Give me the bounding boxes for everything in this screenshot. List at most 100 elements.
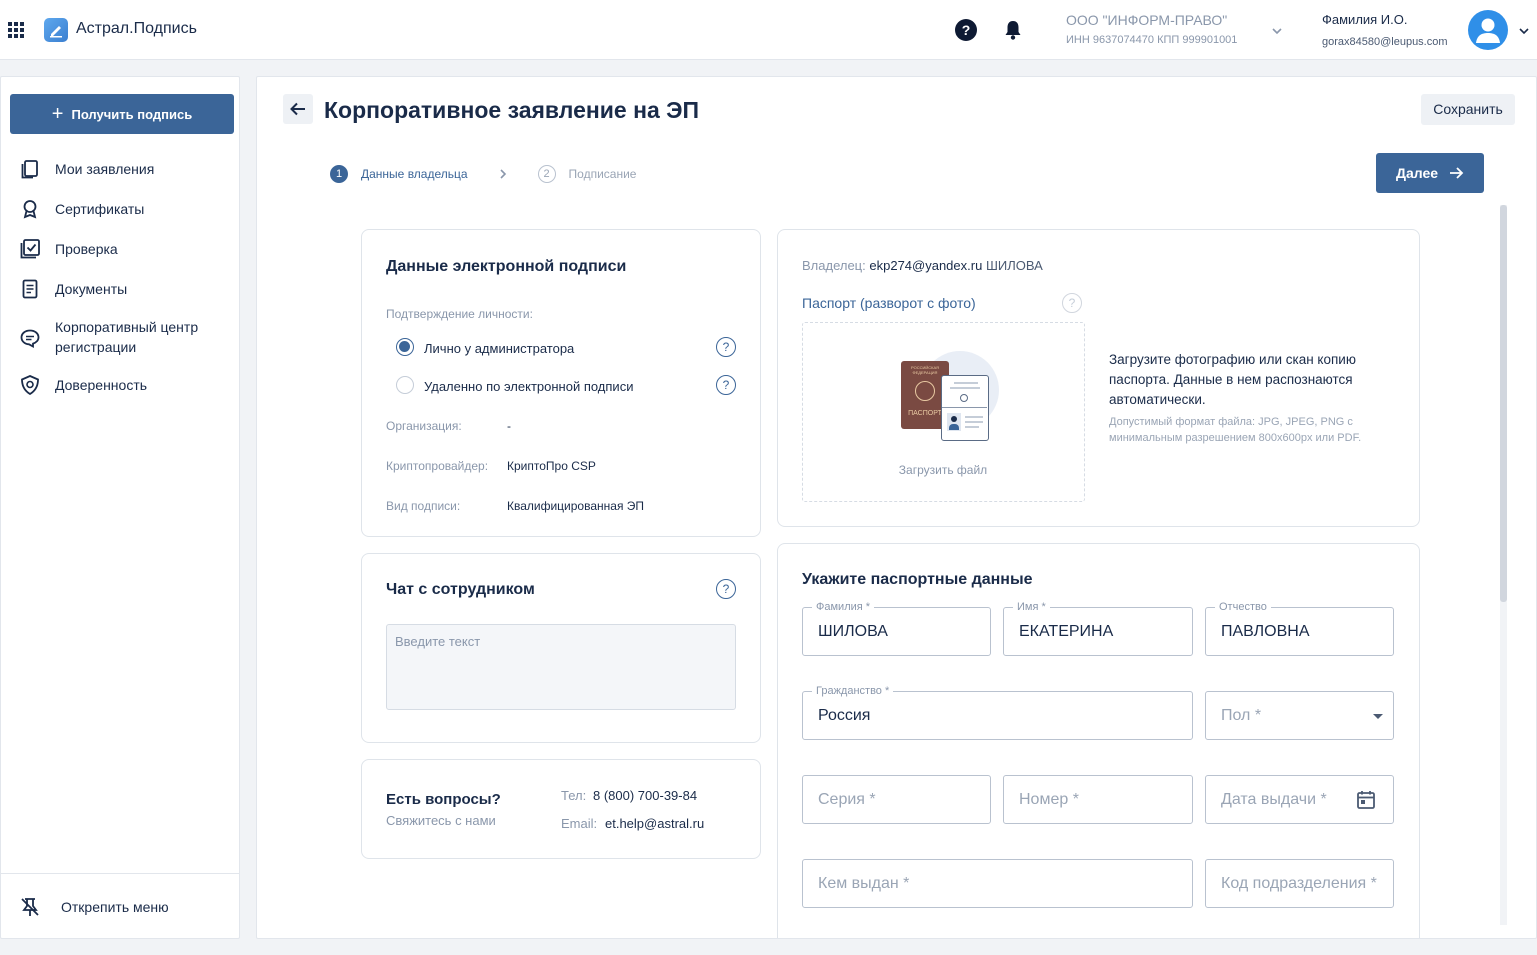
step-owner-data[interactable]: Данные владельца xyxy=(361,167,468,181)
phone-value[interactable]: 8 (800) 700-39-84 xyxy=(593,788,697,803)
phone-label: Тел: xyxy=(561,788,587,803)
field-label: Имя * xyxy=(1013,600,1050,614)
radio-in-person[interactable] xyxy=(396,338,414,356)
division-code-field[interactable]: Код подразделения * xyxy=(1205,859,1394,908)
unpin-menu-button[interactable]: Открепить меню xyxy=(19,896,169,918)
card-title: Данные электронной подписи xyxy=(386,258,627,275)
check-square-icon xyxy=(20,239,40,259)
organization-value: - xyxy=(507,419,511,433)
number-field[interactable]: Номер * xyxy=(1003,775,1193,824)
passport-section-title: Паспорт (разворот с фото) xyxy=(802,295,976,311)
chevron-down-icon[interactable] xyxy=(1518,24,1530,42)
app-title[interactable]: Астрал.Подпись xyxy=(76,20,197,38)
chat-card: Чат с сотрудником ? Введите текст xyxy=(361,553,761,743)
sidebar-item-verification[interactable]: Проверка xyxy=(19,239,118,260)
save-button[interactable]: Сохранить xyxy=(1421,94,1515,125)
field-label: Отчество xyxy=(1215,600,1271,614)
radio-label[interactable]: Лично у администратора xyxy=(424,341,574,356)
field-label: Фамилия * xyxy=(812,600,875,614)
radio-label[interactable]: Удаленно по электронной подписи xyxy=(424,379,633,394)
help-circle-icon[interactable]: ? xyxy=(716,337,736,357)
award-icon xyxy=(23,200,37,219)
upload-file-label[interactable]: Загрузить файл xyxy=(803,463,1083,477)
organization-ids: ИНН 9637074470 КПП 999901001 xyxy=(1066,34,1238,46)
name-field[interactable]: Имя * ЕКАТЕРИНА xyxy=(1003,600,1193,656)
sidebar-item-label: Документы xyxy=(55,281,128,297)
field-value: ЕКАТЕРИНА xyxy=(1019,623,1114,640)
avatar[interactable] xyxy=(1468,10,1508,50)
unpin-icon xyxy=(21,898,39,916)
row-label: Организация: xyxy=(386,419,462,433)
back-button[interactable] xyxy=(283,94,313,124)
next-button[interactable]: Далее xyxy=(1376,153,1484,193)
passport-data-card: Укажите паспортные данные Фамилия * ШИЛО… xyxy=(777,543,1420,938)
organization-name[interactable]: ООО "ИНФОРМ-ПРАВО" xyxy=(1066,12,1227,28)
questions-title: Есть вопросы? xyxy=(386,791,501,808)
owner-label: Владелец: xyxy=(802,258,866,273)
user-email: gorax84580@leupus.com xyxy=(1322,36,1448,48)
sidebar-item-label: Сертификаты xyxy=(55,201,145,217)
step-number: 2 xyxy=(537,165,556,183)
scrollbar-thumb[interactable] xyxy=(1500,205,1507,602)
get-signature-button[interactable]: + Получить подпись xyxy=(10,94,234,134)
passport-cover-top: РОССИЙСКАЯ ФЕДЕРАЦИЯ xyxy=(911,365,939,375)
emblem-icon xyxy=(915,381,935,401)
sex-select[interactable]: Пол * xyxy=(1205,691,1394,740)
chevron-right-icon xyxy=(499,169,506,179)
sidebar-item-certificates[interactable]: Сертификаты xyxy=(19,199,144,220)
sidebar-item-label: Проверка xyxy=(55,241,118,257)
help-icon[interactable]: ? xyxy=(955,19,977,41)
sidebar-item-documents[interactable]: Документы xyxy=(19,279,127,300)
field-placeholder: Серия * xyxy=(818,791,876,808)
card-title: Чат с сотрудником xyxy=(386,581,535,598)
surname-field[interactable]: Фамилия * ШИЛОВА xyxy=(802,600,991,656)
help-circle-icon[interactable]: ? xyxy=(716,579,736,599)
next-label: Далее xyxy=(1395,165,1439,181)
sidebar-item-power-of-attorney[interactable]: Доверенность xyxy=(19,375,147,396)
sidebar-item-corporate-center[interactable]: Корпоративный центр регистрации xyxy=(19,317,219,357)
identity-label: Подтверждение личности: xyxy=(386,307,533,321)
field-value: ПАВЛОВНА xyxy=(1221,623,1310,640)
signature-type-value: Квалифицированная ЭП xyxy=(507,499,645,513)
field-placeholder: Код подразделения * xyxy=(1221,875,1377,892)
help-circle-icon[interactable]: ? xyxy=(1062,293,1082,313)
radio-remote[interactable] xyxy=(396,376,414,394)
owner-name: ШИЛОВА xyxy=(985,258,1043,273)
caret-down-icon xyxy=(1373,714,1383,719)
top-bar: Астрал.Подпись ? ООО "ИНФОРМ-ПРАВО" ИНН … xyxy=(0,0,1537,60)
field-label: Гражданство * xyxy=(812,684,894,698)
sidebar-item-label: Мои заявления xyxy=(55,161,155,177)
field-value: Россия xyxy=(818,707,871,724)
user-name[interactable]: Фамилия И.О. xyxy=(1322,12,1408,27)
patronymic-field[interactable]: Отчество ПАВЛОВНА xyxy=(1205,600,1394,656)
field-placeholder: Кем выдан * xyxy=(818,875,910,892)
sidebar-item-label: Доверенность xyxy=(55,377,148,393)
arrow-right-icon xyxy=(1450,167,1464,179)
plus-icon: + xyxy=(51,103,64,125)
help-circle-icon[interactable]: ? xyxy=(716,375,736,395)
step-signing[interactable]: Подписание xyxy=(569,167,637,181)
upload-hint: Загрузите фотографию или скан копию пасп… xyxy=(1109,352,1356,407)
chevron-down-icon[interactable] xyxy=(1271,24,1283,42)
unpin-menu: Открепить меню xyxy=(1,873,239,939)
stepper: 1 Данные владельца 2 Подписание xyxy=(330,165,636,183)
citizenship-field[interactable]: Гражданство * Россия xyxy=(802,684,1193,740)
passport-dropzone[interactable]: РОССИЙСКАЯ ФЕДЕРАЦИЯ ПАСПОРТ Загрузить ф… xyxy=(802,322,1085,502)
apps-grid-icon[interactable] xyxy=(8,22,24,38)
series-field[interactable]: Серия * xyxy=(802,775,991,824)
sidebar-item-applications[interactable]: Мои заявления xyxy=(19,159,154,180)
get-signature-label: Получить подпись xyxy=(71,106,193,122)
issue-date-field[interactable]: Дата выдачи * xyxy=(1205,775,1394,824)
email-value[interactable]: et.help@astral.ru xyxy=(605,816,704,831)
email-label: Email: xyxy=(561,816,598,831)
bell-icon[interactable] xyxy=(1004,19,1022,46)
main-panel: Корпоративное заявление на ЭП Сохранить … xyxy=(256,76,1537,939)
questions-card: Есть вопросы? Свяжитесь с нами Тел: 8 (8… xyxy=(361,759,761,859)
field-placeholder: Дата выдачи * xyxy=(1221,791,1327,808)
calendar-icon[interactable] xyxy=(1355,789,1377,811)
page-title: Корпоративное заявление на ЭП xyxy=(324,97,700,123)
chat-textarea[interactable]: Введите текст xyxy=(386,624,736,710)
row-label: Вид подписи: xyxy=(386,499,461,513)
issued-by-field[interactable]: Кем выдан * xyxy=(802,859,1193,908)
passport-page-icon xyxy=(941,375,989,441)
